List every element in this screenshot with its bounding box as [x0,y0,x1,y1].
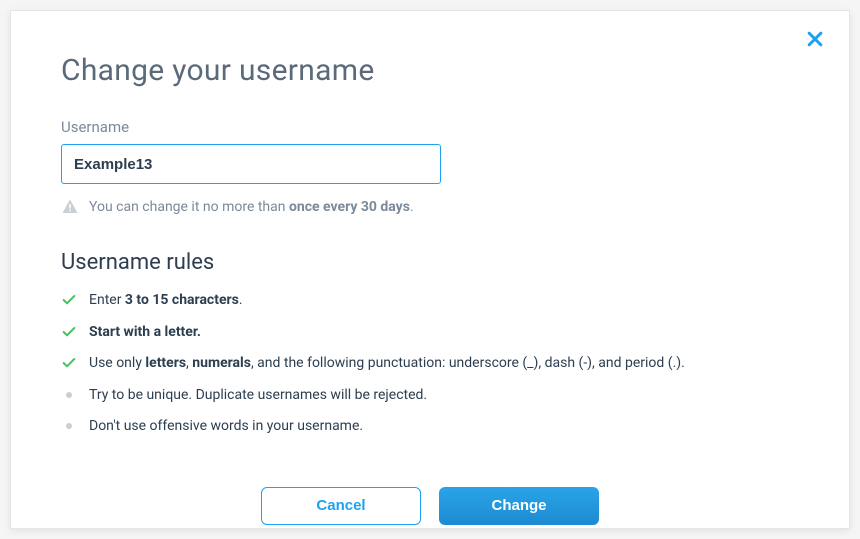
change-username-dialog: Change your username Username You can ch… [10,10,850,529]
username-input[interactable] [61,144,441,184]
change-button[interactable]: Change [439,487,599,525]
button-row: Cancel Change [61,487,799,525]
check-icon [61,292,77,308]
rule-text: Start with a letter. [89,323,201,343]
rule-text: Don't use offensive words in your userna… [89,417,363,437]
rule-item: Start with a letter. [61,323,799,343]
rule-text: Try to be unique. Duplicate usernames wi… [89,386,427,406]
rule-item: Try to be unique. Duplicate usernames wi… [61,386,799,406]
dialog-title: Change your username [61,53,799,88]
check-icon [61,355,77,371]
warning-row: You can change it no more than once ever… [61,198,799,216]
bullet-icon [61,418,77,434]
rule-item: Enter 3 to 15 characters. [61,291,799,311]
rule-item: Use only letters, numerals, and the foll… [61,354,799,374]
rule-text: Enter 3 to 15 characters. [89,291,243,311]
username-label: Username [61,118,799,136]
close-icon [805,29,825,53]
warning-icon [61,198,79,216]
cancel-button[interactable]: Cancel [261,487,421,525]
bullet-icon [61,387,77,403]
warning-text: You can change it no more than once ever… [89,199,414,215]
rule-text: Use only letters, numerals, and the foll… [89,354,685,374]
close-button[interactable] [803,29,827,53]
rule-item: Don't use offensive words in your userna… [61,417,799,437]
check-icon [61,324,77,340]
rules-title: Username rules [61,250,799,275]
rules-list: Enter 3 to 15 characters. Start with a le… [61,291,799,437]
